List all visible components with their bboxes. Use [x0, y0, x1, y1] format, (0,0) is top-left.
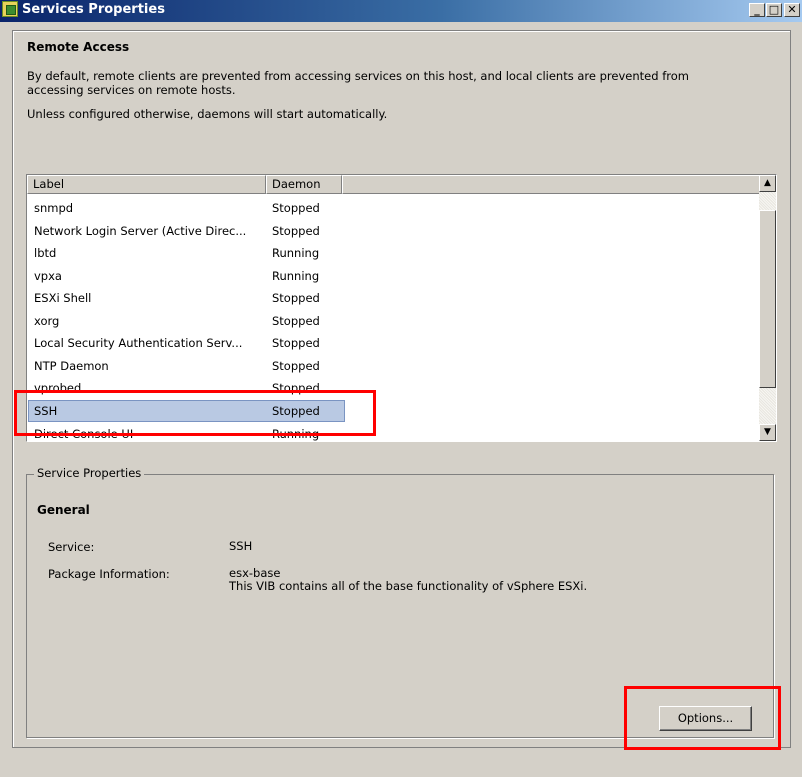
service-row[interactable]: ESXi Shell Stopped	[27, 287, 760, 309]
scroll-thumb[interactable]	[759, 210, 776, 388]
window-title: Services Properties	[22, 2, 165, 17]
service-row[interactable]: snmpd Stopped	[27, 197, 760, 219]
group-legend: Service Properties	[34, 466, 145, 480]
minimize-button[interactable]: _	[749, 3, 765, 17]
service-row[interactable]: lbtd Running	[27, 242, 760, 264]
description-line-3: Unless configured otherwise, daemons wil…	[27, 107, 388, 121]
service-daemon-status: Running	[272, 269, 320, 283]
vertical-scrollbar[interactable]: ▲ ▼	[759, 175, 776, 441]
package-label-text: Package Information:	[48, 567, 170, 581]
service-label: xorg	[34, 314, 60, 328]
service-label-text: Service:	[48, 540, 95, 554]
service-label: NTP Daemon	[34, 359, 109, 373]
description-line-2: accessing services on remote hosts.	[27, 83, 236, 97]
service-row[interactable]: xorg Stopped	[27, 310, 760, 332]
column-header-daemon[interactable]: Daemon	[266, 175, 342, 194]
general-heading: General	[37, 503, 90, 517]
service-row[interactable]: NTP Daemon Stopped	[27, 355, 760, 377]
scroll-up-button[interactable]: ▲	[759, 175, 776, 192]
column-header-label[interactable]: Label	[27, 175, 266, 194]
close-button[interactable]: ✕	[784, 3, 800, 17]
service-row[interactable]: vpxa Running	[27, 265, 760, 287]
app-icon	[2, 1, 18, 17]
service-daemon-status: Stopped	[272, 336, 320, 350]
section-title: Remote Access	[27, 40, 130, 54]
service-row[interactable]: Network Login Server (Active Direc... St…	[27, 220, 760, 242]
service-label: ESXi Shell	[34, 291, 92, 305]
service-daemon-status: Stopped	[272, 359, 320, 373]
maximize-button[interactable]: □	[766, 3, 782, 17]
service-daemon-status: Stopped	[272, 201, 320, 215]
title-bar: Services Properties _ □ ✕	[0, 0, 802, 22]
service-label: Network Login Server (Active Direc...	[34, 224, 247, 238]
service-label: Local Security Authentication Serv...	[34, 336, 243, 350]
service-label: snmpd	[34, 201, 74, 215]
service-daemon-status: Stopped	[272, 291, 320, 305]
service-value: SSH	[229, 539, 253, 553]
description-line-1: By default, remote clients are prevented…	[27, 69, 689, 83]
scroll-down-button[interactable]: ▼	[759, 424, 776, 441]
highlight-box-options	[624, 686, 781, 750]
service-daemon-status: Stopped	[272, 314, 320, 328]
package-description: This VIB contains all of the base functi…	[229, 579, 588, 593]
highlight-box-ssh	[14, 390, 376, 436]
service-label: lbtd	[34, 246, 57, 260]
service-daemon-status: Stopped	[272, 224, 320, 238]
list-header: Label Daemon	[27, 175, 760, 194]
service-row[interactable]: Local Security Authentication Serv... St…	[27, 332, 760, 354]
service-label: vpxa	[34, 269, 62, 283]
column-header-filler	[342, 175, 760, 194]
service-daemon-status: Running	[272, 246, 320, 260]
